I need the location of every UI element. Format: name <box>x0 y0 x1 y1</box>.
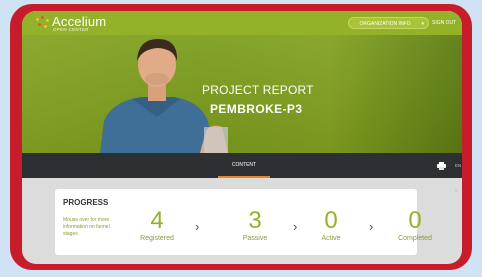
stage-value: 4 <box>150 207 164 234</box>
tab-content-label: CONTENT <box>231 162 257 168</box>
chevron-right-icon: › <box>195 219 200 234</box>
logo-subtitle: OPEN CENTER <box>53 27 89 32</box>
chevron-down-icon: ▾ <box>455 188 458 193</box>
stage-label: Completed <box>398 235 432 242</box>
chevron-right-icon: › <box>293 219 298 234</box>
content-navbar: CONTENT EN ▾ <box>22 153 462 193</box>
app-screen: Accelium OPEN CENTER ORGANIZATION INFO ▾… <box>22 11 462 264</box>
sign-out-link[interactable]: SIGN OUT <box>432 17 456 29</box>
language-selector[interactable]: EN ▾ <box>455 153 462 203</box>
stage-active[interactable]: 0 Active <box>299 207 363 243</box>
stage-label: Registered <box>140 235 174 242</box>
organization-info-button[interactable]: ORGANIZATION INFO ▾ <box>348 17 429 29</box>
tab-content[interactable]: CONTENT <box>208 153 280 178</box>
language-label: EN <box>455 163 462 168</box>
organization-info-label: ORGANIZATION INFO <box>359 21 411 27</box>
logo[interactable]: Accelium OPEN CENTER <box>34 14 144 34</box>
stage-value: 3 <box>248 207 262 234</box>
chevron-right-icon: › <box>369 219 374 234</box>
logo-dot <box>46 19 49 22</box>
logo-dot <box>44 25 47 28</box>
logo-dot <box>36 18 39 21</box>
stage-registered[interactable]: 4 Registered <box>125 207 189 243</box>
progress-hint: Mouse over for more information on funne… <box>63 217 110 237</box>
logo-dot <box>41 16 44 19</box>
progress-card: PROGRESS Mouse over for more information… <box>55 189 432 255</box>
hero-title: PROJECT REPORT <box>202 83 314 97</box>
tab-active-underline <box>218 176 270 178</box>
chevron-down-icon: ▾ <box>421 21 424 27</box>
stage-value: 0 <box>324 207 338 234</box>
stage-label: Passive <box>242 235 268 242</box>
hero-banner: PROJECT REPORT PEMBROKE-P3 <box>22 35 462 153</box>
stage-completed[interactable]: 0 Completed <box>379 207 451 243</box>
logo-dot <box>38 23 41 26</box>
stage-passive[interactable]: 3 Passive <box>223 207 287 243</box>
stage-value: 0 <box>408 207 422 234</box>
top-bar: Accelium OPEN CENTER ORGANIZATION INFO ▾… <box>22 11 462 35</box>
stage-label: Active <box>321 235 341 242</box>
progress-title: PROGRESS <box>63 198 109 207</box>
print-icon[interactable] <box>437 162 446 170</box>
hero-subtitle: PEMBROKE-P3 <box>210 102 303 116</box>
